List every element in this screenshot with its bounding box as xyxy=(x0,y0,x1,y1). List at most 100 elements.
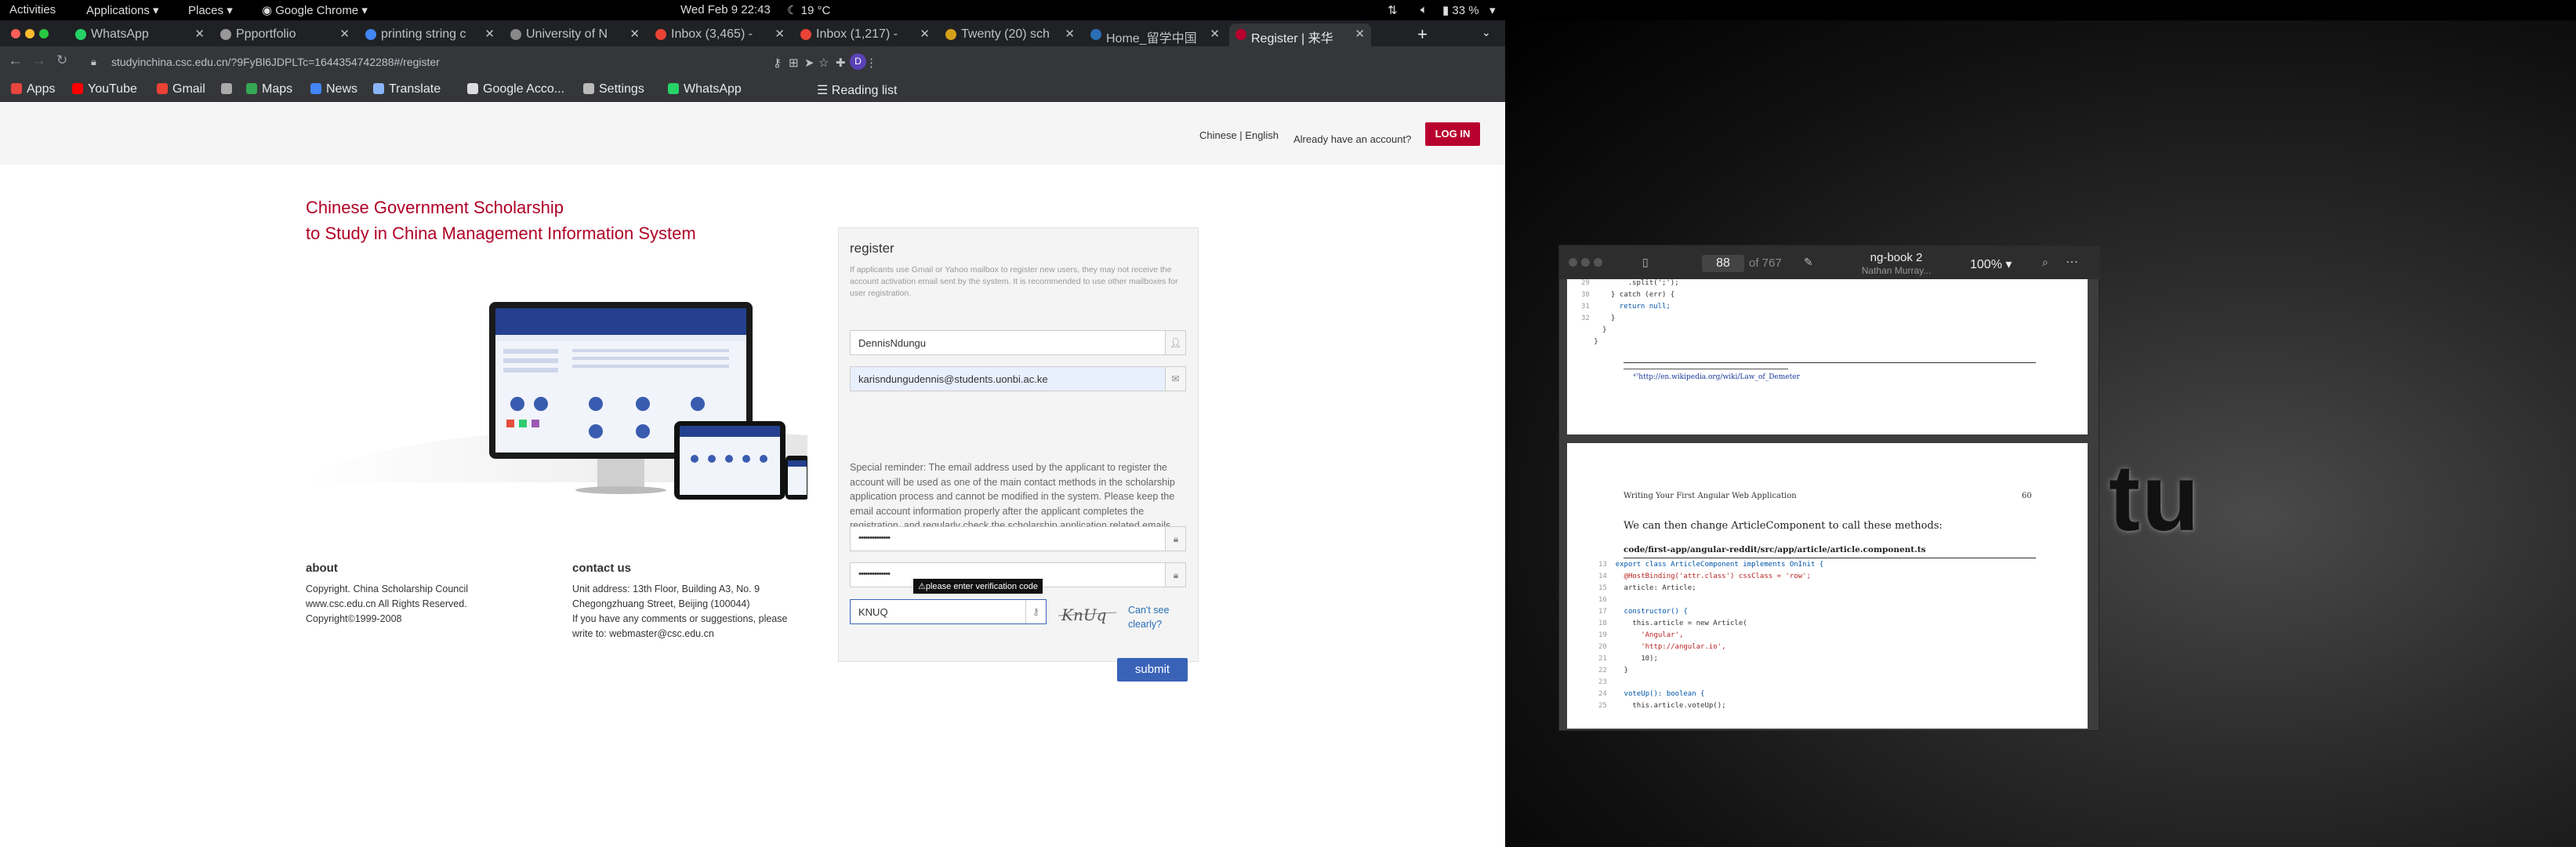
extensions-icon[interactable]: ✚ xyxy=(836,56,846,70)
language-switch[interactable]: Chinese | English xyxy=(1199,129,1279,141)
tab-close-icon[interactable]: ✕ xyxy=(1210,27,1220,41)
browser-tab[interactable]: Register | 来华 ✕ xyxy=(1229,24,1371,46)
tab-close-icon[interactable]: ✕ xyxy=(775,27,785,41)
bookmarks-bar: Apps YouTube Gmail Maps News Translate Google … xyxy=(0,77,1505,102)
minimize-window-button[interactable] xyxy=(25,29,34,38)
weather[interactable]: ☾ 19 °C xyxy=(787,3,830,17)
line-number: 16 xyxy=(1598,596,1616,604)
line-number: 19 xyxy=(1598,631,1616,639)
bookmark-item[interactable]: Gmail xyxy=(157,82,205,96)
url-text[interactable]: studyinchina.csc.edu.cn/?9FyBl6JDPLTc=16… xyxy=(111,56,440,68)
bookmark-item[interactable]: Maps xyxy=(246,82,292,96)
tab-close-icon[interactable]: ✕ xyxy=(194,27,205,41)
profile-avatar[interactable]: D xyxy=(850,53,866,70)
bookmark-item[interactable]: YouTube xyxy=(72,82,137,96)
captcha-image[interactable]: KnUq xyxy=(1057,603,1118,625)
bookmark-item[interactable] xyxy=(221,82,237,96)
applications-menu[interactable]: Applications ▾ xyxy=(86,3,159,17)
submit-button[interactable]: submit xyxy=(1117,658,1188,682)
lock-icon[interactable]: 🔒︎ xyxy=(91,56,96,68)
code-text: @HostBinding('attr.class') cssClass = 'r… xyxy=(1615,573,1811,580)
activities-button[interactable]: Activities xyxy=(9,3,56,16)
browser-tab[interactable]: University of N ✕ xyxy=(504,24,646,46)
tab-close-icon[interactable]: ✕ xyxy=(920,27,930,41)
line-number: 13 xyxy=(1598,561,1616,569)
bookmark-item[interactable]: WhatsApp xyxy=(668,82,742,96)
line-number: 23 xyxy=(1598,678,1616,686)
close-window-button[interactable] xyxy=(11,29,20,38)
bookmark-item[interactable]: Translate xyxy=(373,82,441,96)
more-menu-icon[interactable]: ⋯ xyxy=(2066,254,2078,270)
places-menu[interactable]: Places ▾ xyxy=(188,3,233,17)
annotate-pen-icon[interactable]: ✎ xyxy=(1804,256,1813,269)
chrome-menu-icon[interactable]: ⋮ xyxy=(865,56,877,70)
browser-tab[interactable]: Inbox (3,465) - ✕ xyxy=(649,24,791,46)
running-head: Writing Your First Angular Web Applicati… xyxy=(1624,492,1797,500)
minimize-window-button[interactable] xyxy=(1581,258,1590,267)
forward-button[interactable]: → xyxy=(31,53,46,70)
pdf-viewer-window: ▯ 88 of 767 ✎ ng-book 2 Nathan Murray...… xyxy=(1558,245,2100,731)
browser-tab[interactable]: Ppportfolio ✕ xyxy=(214,24,356,46)
captcha-input[interactable]: KNUQ ⚷ xyxy=(850,599,1047,624)
rule xyxy=(1624,362,2036,363)
email-input[interactable]: karisndungudennis@students.uonbi.ac.ke ✉ xyxy=(850,366,1186,391)
browser-tab[interactable]: WhatsApp ✕ xyxy=(69,24,211,46)
footer-about-line: Copyright©1999-2008 xyxy=(306,613,402,624)
maximize-window-button[interactable] xyxy=(1594,258,1602,267)
bookmark-label: YouTube xyxy=(88,82,137,96)
browser-tab[interactable]: Home_留学中国 ✕ xyxy=(1084,24,1226,46)
page-number-input[interactable]: 88 xyxy=(1702,255,1744,272)
footnote-link[interactable]: ⁴⁷http://en.wikipedia.org/wiki/Law_of_De… xyxy=(1633,373,1800,381)
tab-close-icon[interactable]: ✕ xyxy=(1065,27,1075,41)
tab-search-icon[interactable]: ⌄ xyxy=(1482,26,1491,39)
top-code-block: 29 .split(';'); 30 } catch (err) { 31 re… xyxy=(1581,279,1679,348)
tab-close-icon[interactable]: ✕ xyxy=(484,27,495,41)
bookmark-item[interactable]: Google Acco... xyxy=(467,82,564,96)
login-button[interactable]: LOG IN xyxy=(1425,122,1480,146)
browser-tab[interactable]: Inbox (1,217) - ✕ xyxy=(794,24,936,46)
reload-button[interactable]: ↻ xyxy=(56,53,67,68)
share-icon[interactable]: ➤ xyxy=(804,56,815,70)
translate-icon[interactable]: ⊞ xyxy=(789,56,799,70)
search-icon[interactable]: ⌕ xyxy=(2042,256,2048,269)
bookmark-item[interactable]: News xyxy=(310,82,357,96)
cant-see-link[interactable]: Can't see clearly? xyxy=(1128,603,1175,631)
browser-toolbar: ← → ↻ 🔒︎ studyinchina.csc.edu.cn/?9FyBl6… xyxy=(0,46,1505,77)
browser-tab[interactable]: Twenty (20) sch ✕ xyxy=(939,24,1081,46)
browser-tab[interactable]: printing string c ✕ xyxy=(359,24,501,46)
reading-list-button[interactable]: ☰ Reading list xyxy=(817,82,897,98)
code-text: voteUp(): boolean { xyxy=(1615,690,1705,698)
bookmark-star-icon[interactable]: ☆ xyxy=(818,56,829,70)
password-input[interactable]: •••••••••••••• 🔒︎ xyxy=(850,526,1186,551)
back-button[interactable]: ← xyxy=(8,53,23,70)
code-line: 17 constructor() { xyxy=(1598,606,1823,618)
code-line: 16 xyxy=(1598,594,1823,606)
code-fragment: } catch (err) { xyxy=(1610,291,1675,299)
lock-icon: 🔒︎ xyxy=(1165,527,1185,551)
system-top-bar: Activities Applications ▾ Places ▾ ◉ Goo… xyxy=(0,0,2576,20)
bookmark-item[interactable]: Settings xyxy=(583,82,644,96)
new-tab-button[interactable]: + xyxy=(1417,24,1428,45)
close-window-button[interactable] xyxy=(1569,258,1577,267)
username-input[interactable]: DennisNdungu 👤︎ xyxy=(850,330,1186,355)
key-icon[interactable]: ⚷ xyxy=(773,56,782,70)
tab-close-icon[interactable]: ✕ xyxy=(629,27,640,41)
system-menu-icon[interactable]: ▾ xyxy=(1489,3,1496,17)
code-text: this.article = new Article( xyxy=(1615,620,1747,627)
app-menu[interactable]: ◉ Google Chrome ▾ xyxy=(262,3,368,17)
maximize-window-button[interactable] xyxy=(39,29,49,38)
network-icon[interactable]: ⇅ xyxy=(1388,3,1398,17)
bookmark-label: WhatsApp xyxy=(684,82,742,96)
tab-close-icon[interactable]: ✕ xyxy=(1355,27,1365,41)
tab-close-icon[interactable]: ✕ xyxy=(339,27,350,41)
zoom-select[interactable]: 100% ▾ xyxy=(1970,256,2012,272)
footer-about-title: about xyxy=(306,562,338,575)
code-line: 24 voteUp(): boolean { xyxy=(1598,689,1823,700)
volume-icon[interactable]: 🔈︎ xyxy=(1420,3,1428,16)
tab-label: Inbox (3,465) - xyxy=(671,27,753,41)
clock[interactable]: Wed Feb 9 22:43 xyxy=(680,3,771,16)
sidebar-toggle-icon[interactable]: ▯ xyxy=(1642,256,1649,269)
bookmark-item[interactable]: Apps xyxy=(11,82,55,96)
bookmark-favicon-icon xyxy=(373,83,384,94)
battery-indicator[interactable]: ▮ 33 % xyxy=(1442,3,1479,17)
